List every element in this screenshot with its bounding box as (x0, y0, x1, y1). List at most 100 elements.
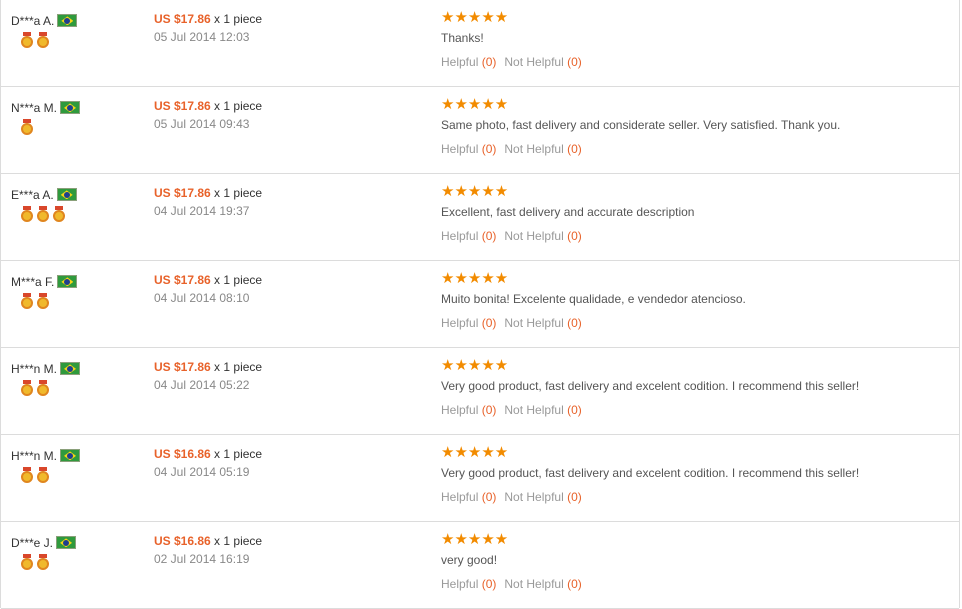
buyer-info: H***n M. (11, 361, 81, 396)
vote-links: Helpful (0) Not Helpful (0) (441, 403, 582, 417)
not-helpful-link[interactable]: Not Helpful (0) (504, 316, 581, 330)
buyer-name: M***a F. (11, 274, 55, 289)
brazil-flag-icon (60, 362, 81, 376)
quantity: x 1 piece (210, 12, 263, 26)
helpful-link[interactable]: Helpful (0) (441, 316, 496, 330)
brazil-flag-icon (60, 449, 81, 463)
buyer-medals (21, 118, 80, 135)
star-rating-icon: ★★★★★ (441, 531, 509, 548)
review-row: D***a A. US $17.86 x 1 piece 05 Jul 2014… (1, 0, 959, 87)
review-content: ★★★★★ Same photo, fast delivery and cons… (441, 97, 840, 133)
buyer-info: H***n M. (11, 448, 81, 483)
review-content: ★★★★★ Excellent, fast delivery and accur… (441, 184, 694, 220)
buyer-info: D***e J. (11, 535, 77, 570)
helpful-count: (0) (481, 403, 497, 417)
not-helpful-link[interactable]: Not Helpful (0) (504, 490, 581, 504)
review-content: ★★★★★ very good! (441, 532, 508, 568)
not-helpful-count: (0) (567, 577, 582, 591)
review-row: N***a M. US $17.86 x 1 piece 05 Jul 2014… (1, 87, 959, 174)
vote-links: Helpful (0) Not Helpful (0) (441, 229, 582, 243)
not-helpful-link[interactable]: Not Helpful (0) (504, 403, 581, 417)
price: US $17.86 (154, 186, 211, 200)
medal-icon (21, 31, 33, 48)
review-content: ★★★★★ Very good product, fast delivery a… (441, 445, 859, 481)
not-helpful-link[interactable]: Not Helpful (0) (504, 55, 581, 69)
brazil-flag-icon (57, 14, 78, 28)
helpful-count: (0) (481, 577, 497, 591)
order-info: US $16.86 x 1 piece 04 Jul 2014 05:19 (154, 445, 262, 481)
review-row: E***a A. US $17.86 x 1 piece 04 Jul 2014… (1, 174, 959, 261)
review-content: ★★★★★ Thanks! (441, 10, 508, 46)
quantity: x 1 piece (210, 447, 263, 461)
star-rating-icon: ★★★★★ (441, 444, 509, 461)
brazil-flag-icon (56, 188, 77, 202)
price: US $17.86 (154, 99, 211, 113)
star-rating-icon: ★★★★★ (441, 270, 509, 287)
price: US $17.86 (154, 12, 211, 26)
review-text: Very good product, fast delivery and exc… (441, 466, 860, 480)
medal-icon (37, 553, 49, 570)
star-rating-icon: ★★★★★ (441, 357, 509, 374)
review-date: 05 Jul 2014 09:43 (154, 117, 250, 131)
helpful-count: (0) (481, 229, 497, 243)
medal-icon (21, 379, 33, 396)
not-helpful-count: (0) (567, 142, 582, 156)
helpful-count: (0) (481, 55, 497, 69)
not-helpful-link[interactable]: Not Helpful (0) (504, 577, 581, 591)
star-rating-icon: ★★★★★ (441, 183, 509, 200)
vote-links: Helpful (0) Not Helpful (0) (441, 55, 582, 69)
review-date: 04 Jul 2014 08:10 (154, 291, 250, 305)
medal-icon (37, 292, 49, 309)
helpful-link[interactable]: Helpful (0) (441, 403, 496, 417)
order-info: US $16.86 x 1 piece 02 Jul 2014 16:19 (154, 532, 262, 568)
buyer-name: H***n M. (11, 361, 58, 376)
buyer-name: E***a A. (11, 187, 54, 202)
medal-icon (37, 205, 49, 222)
helpful-link[interactable]: Helpful (0) (441, 55, 496, 69)
vote-links: Helpful (0) Not Helpful (0) (441, 316, 582, 330)
review-text: very good! (441, 553, 498, 567)
vote-links: Helpful (0) Not Helpful (0) (441, 577, 582, 591)
medal-icon (21, 466, 33, 483)
not-helpful-count: (0) (567, 316, 582, 330)
helpful-link[interactable]: Helpful (0) (441, 229, 496, 243)
order-info: US $17.86 x 1 piece 04 Jul 2014 19:37 (154, 184, 262, 220)
quantity: x 1 piece (210, 360, 263, 374)
helpful-link[interactable]: Helpful (0) (441, 577, 496, 591)
review-date: 04 Jul 2014 05:22 (154, 378, 250, 392)
not-helpful-link[interactable]: Not Helpful (0) (504, 142, 581, 156)
helpful-link[interactable]: Helpful (0) (441, 142, 496, 156)
price: US $17.86 (154, 360, 211, 374)
brazil-flag-icon (56, 536, 77, 550)
price: US $16.86 (154, 534, 211, 548)
buyer-medals (21, 553, 76, 570)
buyer-medals (21, 292, 77, 309)
buyer-info: E***a A. (11, 187, 77, 222)
price: US $17.86 (154, 273, 211, 287)
vote-links: Helpful (0) Not Helpful (0) (441, 490, 582, 504)
price: US $16.86 (154, 447, 211, 461)
not-helpful-count: (0) (567, 55, 582, 69)
vote-links: Helpful (0) Not Helpful (0) (441, 142, 582, 156)
review-date: 05 Jul 2014 12:03 (154, 30, 250, 44)
review-row: H***n M. US $16.86 x 1 piece 04 Jul 2014… (1, 435, 959, 522)
review-content: ★★★★★ Muito bonita! Excelente qualidade,… (441, 271, 746, 307)
medal-icon (21, 553, 33, 570)
buyer-name: D***a A. (11, 13, 55, 28)
medal-icon (21, 205, 33, 222)
review-date: 04 Jul 2014 05:19 (154, 465, 250, 479)
not-helpful-link[interactable]: Not Helpful (0) (504, 229, 581, 243)
buyer-medals (21, 379, 80, 396)
quantity: x 1 piece (210, 99, 263, 113)
buyer-medals (21, 31, 77, 48)
review-text: Very good product, fast delivery and exc… (441, 379, 860, 393)
medal-icon (21, 292, 33, 309)
helpful-link[interactable]: Helpful (0) (441, 490, 496, 504)
buyer-name: N***a M. (11, 100, 58, 115)
medal-icon (37, 466, 49, 483)
review-row: H***n M. US $17.86 x 1 piece 04 Jul 2014… (1, 348, 959, 435)
review-text: Excellent, fast delivery and accurate de… (441, 205, 695, 219)
brazil-flag-icon (60, 101, 81, 115)
review-date: 04 Jul 2014 19:37 (154, 204, 250, 218)
buyer-info: N***a M. (11, 100, 81, 135)
